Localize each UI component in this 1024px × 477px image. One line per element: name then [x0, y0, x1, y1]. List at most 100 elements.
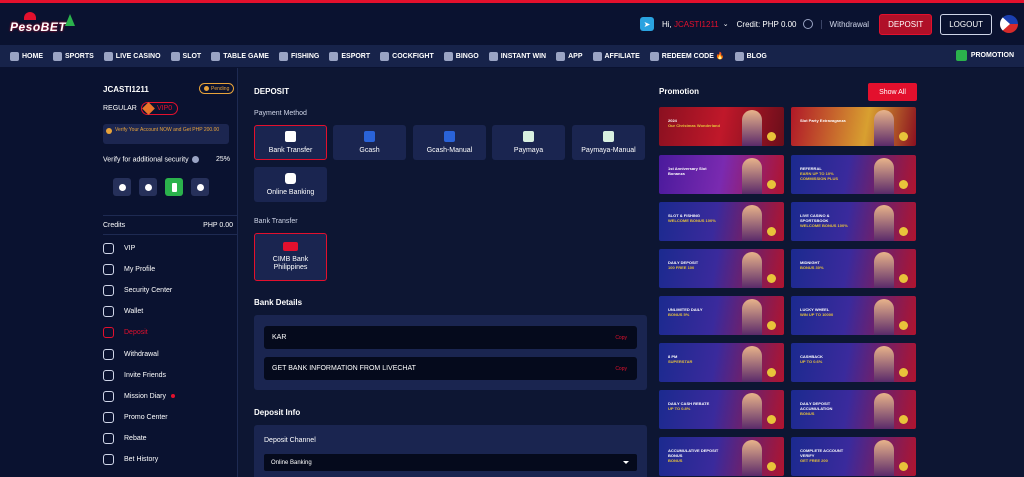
method-gcash[interactable]: Gcash — [333, 125, 406, 160]
menu-label: Withdrawal — [124, 350, 159, 358]
shield-icon — [103, 285, 114, 297]
nav-bingo[interactable]: BINGO — [443, 51, 479, 61]
member-level: REGULAR — [103, 105, 137, 112]
menu-my-profile[interactable]: My Profile — [103, 259, 175, 280]
payment-method-label: Payment Method — [254, 110, 307, 117]
copy-button[interactable]: Copy — [615, 366, 627, 372]
verify-security-label: Verify for additional security — [103, 156, 189, 164]
promotion-panel: Promotion Show All 2024 Our Christmas Won… — [652, 68, 1024, 477]
promo-banner[interactable]: UNLIMITED DAILY BONUS 5% — [659, 296, 784, 335]
nav-slot[interactable]: SLOT — [170, 51, 201, 61]
pending-badge: Pending — [199, 83, 235, 94]
promo-banner[interactable]: 8 PM SUPERSTAR — [659, 343, 784, 382]
bingo-icon — [443, 51, 453, 61]
nav-sports[interactable]: SPORTS — [53, 51, 94, 61]
banner-line2: BONUS — [668, 458, 683, 463]
banner-text: 8 PM SUPERSTAR — [668, 354, 720, 364]
coin-icon — [899, 227, 908, 236]
promo-banner[interactable]: Slot Party Extravaganza — [791, 107, 916, 146]
invite-icon — [103, 369, 114, 381]
method-paymaya-manual[interactable]: Paymaya-Manual — [572, 125, 645, 160]
nav-affiliate[interactable]: AFFILIATE — [592, 51, 640, 61]
promo-banner[interactable]: REFERRAL EARN UP TO 10% COMMISSION PLUS — [791, 155, 916, 194]
menu-label: VIP — [124, 245, 136, 253]
verify-bank-button[interactable] — [139, 178, 157, 196]
menu-security-center[interactable]: Security Center — [103, 280, 175, 301]
nav-redeem-code[interactable]: REDEEM CODE — [649, 51, 725, 61]
menu-mission-diary[interactable]: Mission Diary — [103, 386, 176, 407]
nav-label: COCKFIGHT — [392, 52, 434, 60]
menu-deposit[interactable]: Deposit — [103, 322, 175, 343]
verify-profile-button[interactable] — [113, 178, 131, 196]
method-label: Paymaya — [513, 146, 544, 154]
menu-vip[interactable]: VIP — [103, 238, 175, 259]
credits-label: Credits — [103, 221, 126, 229]
nav-blog[interactable]: BLOG — [734, 51, 767, 61]
logo[interactable]: PesoBET — [10, 11, 75, 41]
telegram-icon[interactable]: ➤ — [639, 17, 654, 31]
vip-diamond-icon — [142, 102, 155, 115]
deposit-channel-select[interactable]: Online Banking — [264, 454, 637, 471]
philippines-flag-icon[interactable] — [1000, 15, 1018, 33]
help-icon[interactable] — [191, 156, 199, 163]
promo-banner[interactable]: LIVE CASINO & SPORTSBOOK WELCOME BONUS 10… — [791, 202, 916, 241]
promo-banner[interactable]: ACCUMULATIVE DEPOSIT BONUS BONUS — [659, 437, 784, 476]
banner-line1: LIVE CASINO & SPORTSBOOK — [800, 213, 830, 223]
show-all-button[interactable]: Show All — [868, 83, 917, 101]
verify-notice[interactable]: Verify Your Account NOW and Get PHP 200.… — [103, 124, 229, 144]
menu-wallet[interactable]: Wallet — [103, 301, 175, 322]
banner-figure-icon — [742, 110, 762, 146]
method-paymaya[interactable]: Paymaya — [492, 125, 565, 160]
chevron-down-icon[interactable]: ⌄ — [723, 20, 729, 28]
nav-esport[interactable]: ESPORT — [329, 51, 370, 61]
menu-invite-friends[interactable]: Invite Friends — [103, 365, 175, 386]
nav-cockfight[interactable]: COCKFIGHT — [380, 51, 434, 61]
withdrawal-link[interactable]: Withdrawal — [820, 19, 869, 29]
method-online-banking[interactable]: Online Banking — [254, 167, 327, 202]
refresh-icon[interactable] — [802, 19, 813, 29]
nav-instant-win[interactable]: INSTANT WIN — [488, 51, 546, 61]
method-gcash-manual[interactable]: Gcash-Manual — [413, 125, 486, 160]
promo-banner[interactable]: SLOT & FISHING WELCOME BONUS 100% — [659, 202, 784, 241]
menu-withdrawal[interactable]: Withdrawal — [103, 343, 175, 364]
promo-banner[interactable]: LUCKY WHEEL WIN UP TO 10000 — [791, 296, 916, 335]
nav-home[interactable]: HOME — [10, 51, 43, 61]
header: PesoBET ➤ Hi, JCASTI1211 ⌄ Credit: PHP 0… — [0, 3, 1024, 45]
deposit-button[interactable]: DEPOSIT — [879, 13, 933, 35]
nav-promotion[interactable]: PROMOTION — [955, 50, 1014, 61]
nav-app[interactable]: APP — [556, 51, 583, 61]
verify-email-button[interactable] — [191, 178, 209, 196]
nav-table-game[interactable]: TABLE GAME — [211, 51, 269, 61]
verify-phone-button[interactable] — [165, 178, 183, 196]
banner-text: 1st Anniversary Slot Bonanza — [668, 166, 720, 176]
deposit-channel-value: Online Banking — [271, 459, 312, 466]
bank-cimb[interactable]: CIMB Bank Philippines — [254, 233, 327, 281]
menu-label: My Profile — [124, 266, 156, 274]
greeting[interactable]: Hi, JCASTI1211 — [662, 20, 719, 29]
paymaya-icon — [523, 130, 534, 142]
account-menu: VIP My Profile Security Center Wallet De… — [103, 238, 176, 470]
banner-line2: WELCOME BONUS 100% — [800, 223, 848, 228]
copy-button[interactable]: Copy — [615, 335, 627, 341]
promo-banner[interactable]: MIDNIGHT BONUS 30% — [791, 249, 916, 288]
promo-banner[interactable]: CASHBACK UP TO 0.6% — [791, 343, 916, 382]
nav-live-casino[interactable]: LIVE CASINO — [103, 51, 161, 61]
banner-line2: BONUS 5% — [668, 312, 690, 317]
logout-button[interactable]: LOGOUT — [940, 13, 992, 35]
promo-banner[interactable]: 2024 Our Christmas Wonderland — [659, 107, 784, 146]
promo-banner[interactable]: DAILY DEPOSIT ACCUMULATION BONUS — [791, 390, 916, 429]
vip-badge[interactable]: VIP0 — [141, 102, 179, 115]
promo-banner[interactable]: 1st Anniversary Slot Bonanza — [659, 155, 784, 194]
promo-banner[interactable]: COMPLETE ACCOUNT VERIFY GET FREE 200 — [791, 437, 916, 476]
menu-bet-history[interactable]: Bet History — [103, 449, 175, 470]
banner-line2: BONUS 30% — [800, 265, 824, 270]
online-banking-icon — [285, 172, 296, 184]
menu-promo-center[interactable]: Promo Center — [103, 407, 175, 428]
promo-banner[interactable]: DAILY DEPOSIT 100 FREE 100 — [659, 249, 784, 288]
menu-rebate[interactable]: Rebate — [103, 428, 175, 449]
promo-banner[interactable]: DAILY CASH REBATE UP TO 0.8% — [659, 390, 784, 429]
nav-label: TABLE GAME — [223, 52, 269, 60]
banner-text: COMPLETE ACCOUNT VERIFY GET FREE 200 — [800, 448, 852, 463]
nav-fishing[interactable]: FISHING — [278, 51, 319, 61]
method-bank-transfer[interactable]: Bank Transfer — [254, 125, 327, 160]
